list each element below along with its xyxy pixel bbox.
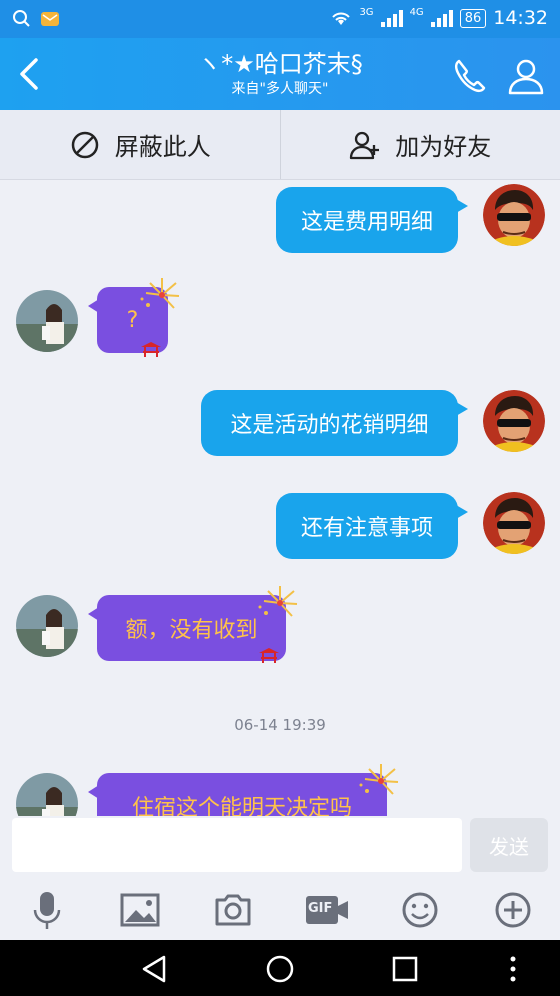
chat-header: ヽ*★哈口芥末§ 来自"多人聊天" [0,38,560,110]
message-input-bar: 发送 [0,816,560,878]
pavilion-decoration-icon [259,648,279,663]
input-toolbar: GIF [0,878,560,940]
back-arrow-icon[interactable] [10,54,50,94]
nav-back-icon[interactable] [138,952,172,986]
nav-recents-icon[interactable] [388,952,422,986]
network-4g-label: 4G [409,6,424,18]
more-plus-icon[interactable] [491,888,535,932]
notification-icon [13,10,30,27]
my-avatar[interactable] [483,390,545,452]
mail-icon [41,12,59,26]
clock: 14:32 [493,7,548,29]
firework-decoration-icon [140,278,180,309]
microphone-icon[interactable] [25,888,69,932]
contact-avatar[interactable] [16,595,78,657]
add-friend-icon [350,131,380,159]
profile-icon[interactable] [506,56,546,96]
signal-icon [380,10,403,27]
contact-name: ヽ*★哈口芥末§ [197,50,363,78]
message-input[interactable] [12,818,462,872]
image-icon[interactable] [118,888,162,932]
contact-avatar[interactable] [16,290,78,352]
stranger-action-bar: 屏蔽此人 加为好友 [0,110,560,180]
add-friend-label: 加为好友 [395,133,492,161]
my-avatar[interactable] [483,492,545,554]
block-icon [71,131,98,158]
chat-messages[interactable]: 这是费用明细 ? 这是活动的花销明细 还有注意事项 额，没有收到 06-14 1… [0,181,560,817]
status-bar: 3G 4G 86 14:32 [0,0,560,38]
message-timestamp: 06-14 19:39 [234,716,326,734]
system-nav-bar [0,940,560,996]
message-text: 还有注意事项 [300,516,433,541]
my-avatar[interactable] [483,184,545,246]
wifi-icon [332,12,351,25]
message-text: 这是活动的花销明细 [230,413,429,438]
message-bubble-sent[interactable]: 这是活动的花销明细 [201,390,468,456]
gif-label: GIF [308,901,333,916]
message-bubble-sent[interactable]: 还有注意事项 [276,493,468,559]
message-text: 额，没有收到 [125,618,258,643]
gif-button[interactable]: GIF [304,888,350,932]
message-text: 住宿这个能明天决定吗 [131,796,352,817]
firework-decoration-icon [258,586,298,617]
network-3g-label: 3G [359,6,374,18]
message-text: 这是费用明细 [300,210,433,235]
message-bubble-sent[interactable]: 这是费用明细 [276,187,468,253]
nav-menu-icon[interactable] [496,952,530,986]
nav-home-icon[interactable] [263,952,297,986]
battery-level: 86 [459,8,487,28]
contact-avatar[interactable] [16,773,78,817]
pavilion-decoration-icon [141,342,161,357]
phone-icon[interactable] [450,56,490,96]
message-bubble-received[interactable]: 住宿这个能明天决定吗 [88,773,387,817]
chat-source: 来自"多人聊天" [231,81,329,97]
signal-icon-2 [430,10,453,27]
add-friend-button[interactable]: 加为好友 [279,110,560,179]
send-button[interactable]: 发送 [470,818,548,872]
block-user-label: 屏蔽此人 [114,133,211,161]
block-user-button[interactable]: 屏蔽此人 [0,110,280,179]
title-block: ヽ*★哈口芥末§ 来自"多人聊天" [120,48,440,98]
camera-icon[interactable] [211,888,255,932]
firework-decoration-icon [359,764,399,795]
emoji-icon[interactable] [398,888,442,932]
message-text: ? [126,307,139,333]
